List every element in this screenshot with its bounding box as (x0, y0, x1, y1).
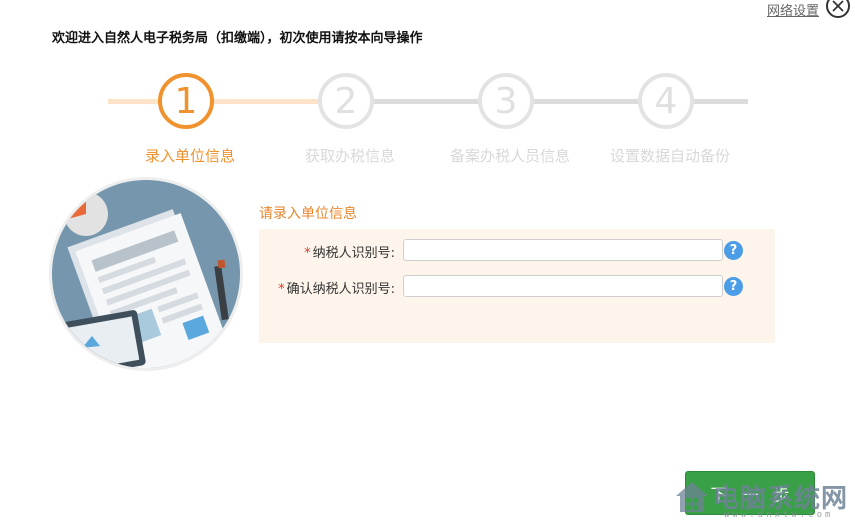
step-4-label: 设置数据自动备份 (609, 147, 730, 165)
step-number: 1 (174, 80, 198, 122)
network-settings-link[interactable]: 网络设置 (767, 0, 819, 19)
step-2-label: 获取办税信息 (304, 147, 395, 165)
close-icon (832, 0, 844, 12)
step-4-circle: 4 (638, 73, 694, 129)
welcome-message: 欢迎进入自然人电子税务局（扣缴端），初次使用请按本向导操作 (52, 31, 423, 46)
next-step-button[interactable]: 下一步 (685, 471, 815, 515)
confirm-taxpayer-id-label: * 确认纳税人识别号: (278, 278, 395, 297)
step-3-circle: 3 (478, 73, 534, 129)
close-button[interactable] (826, 0, 850, 18)
form-section-title: 请录入单位信息 (259, 206, 357, 222)
required-mark: * (278, 282, 285, 297)
question-icon[interactable]: ? (724, 277, 743, 296)
step-number: 3 (494, 80, 518, 122)
taxpayer-id-label: * 纳税人识别号: (304, 242, 395, 261)
document-illustration (49, 177, 243, 371)
taxpayer-id-row: * 纳税人识别号: ? (259, 239, 775, 263)
question-icon[interactable]: ? (724, 241, 743, 260)
step-3-label: 备案办税人员信息 (449, 147, 570, 165)
step-1-label: 录入单位信息 (144, 147, 235, 165)
field-label-text: 纳税人识别号: (312, 246, 395, 261)
step-number: 2 (334, 80, 358, 122)
taxpayer-id-input[interactable] (403, 239, 723, 261)
step-number: 4 (654, 80, 678, 122)
step-1-circle: 1 (158, 73, 214, 129)
field-label-text: 确认纳税人识别号: (286, 282, 395, 297)
form-panel: * 纳税人识别号: ? * 确认纳税人识别号: ? (259, 229, 775, 343)
required-mark: * (304, 246, 311, 261)
confirm-taxpayer-id-row: * 确认纳税人识别号: ? (259, 275, 775, 299)
step-2-circle: 2 (318, 73, 374, 129)
confirm-taxpayer-id-input[interactable] (403, 275, 723, 297)
